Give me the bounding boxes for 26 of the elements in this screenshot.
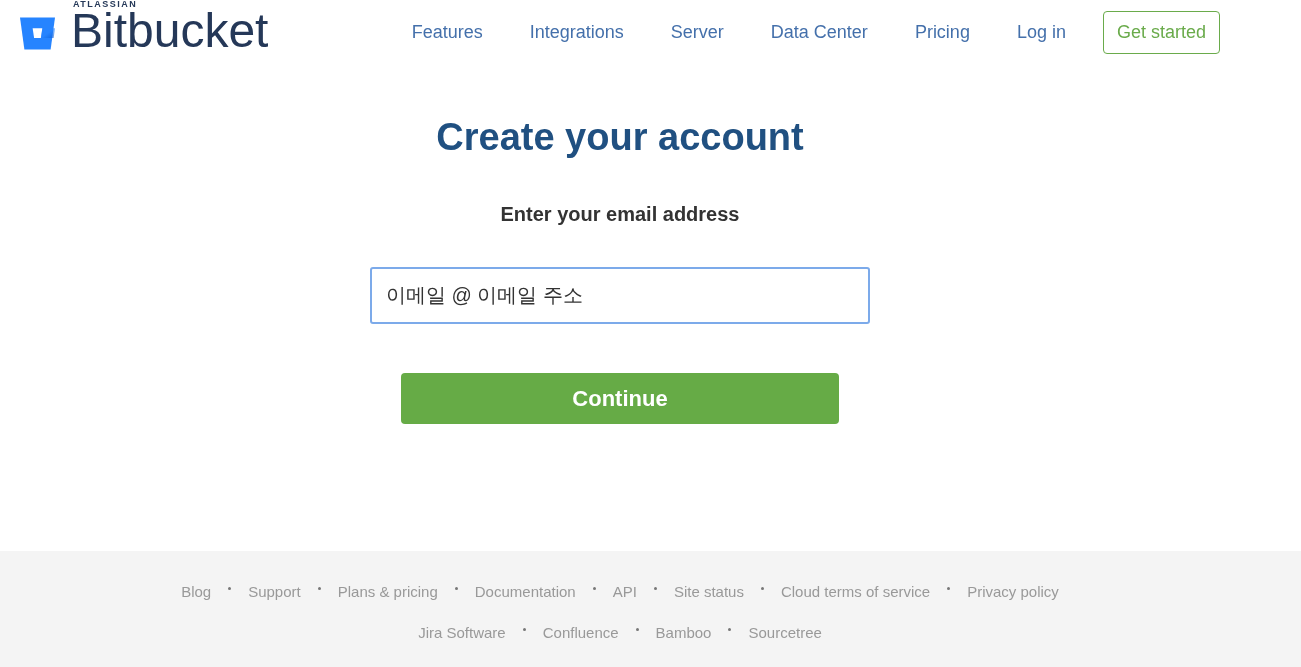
- atlassian-overline: ATLASSIAN: [73, 0, 138, 9]
- footer-product-link[interactable]: Jira Software: [418, 623, 506, 643]
- bitbucket-wordmark: Bitbucket: [71, 8, 269, 54]
- footer-product-link[interactable]: Confluence: [542, 623, 619, 643]
- footer-link[interactable]: Support: [248, 582, 301, 602]
- continue-button[interactable]: Continue: [401, 373, 839, 424]
- nav-link[interactable]: Pricing: [914, 21, 970, 43]
- nav-link[interactable]: Data Center: [770, 21, 868, 43]
- footer-link[interactable]: Cloud terms of service: [780, 582, 931, 602]
- footer-link[interactable]: Site status: [673, 582, 744, 602]
- bucket-logo-icon: [20, 17, 55, 50]
- footer-link[interactable]: API: [612, 582, 637, 602]
- nav-link[interactable]: Server: [670, 21, 724, 43]
- footer-link[interactable]: Privacy policy: [967, 582, 1059, 602]
- footer-link[interactable]: Documentation: [474, 582, 576, 602]
- footer-link[interactable]: Plans & pricing: [337, 582, 438, 602]
- nav-link[interactable]: Integrations: [529, 21, 624, 43]
- email-label: Enter your email address: [500, 203, 740, 226]
- footer-product-link[interactable]: Bamboo: [655, 623, 712, 643]
- get-started-button[interactable]: Get started: [1102, 10, 1220, 54]
- page-title: Create your account: [436, 115, 804, 160]
- nav-link[interactable]: Features: [411, 21, 483, 43]
- nav-link[interactable]: Log in: [1016, 21, 1066, 43]
- footer-link[interactable]: Blog: [181, 582, 212, 602]
- footer-product-link[interactable]: Sourcetree: [748, 623, 822, 643]
- email-input-field[interactable]: 이메일 @ 이메일 주소: [370, 267, 870, 324]
